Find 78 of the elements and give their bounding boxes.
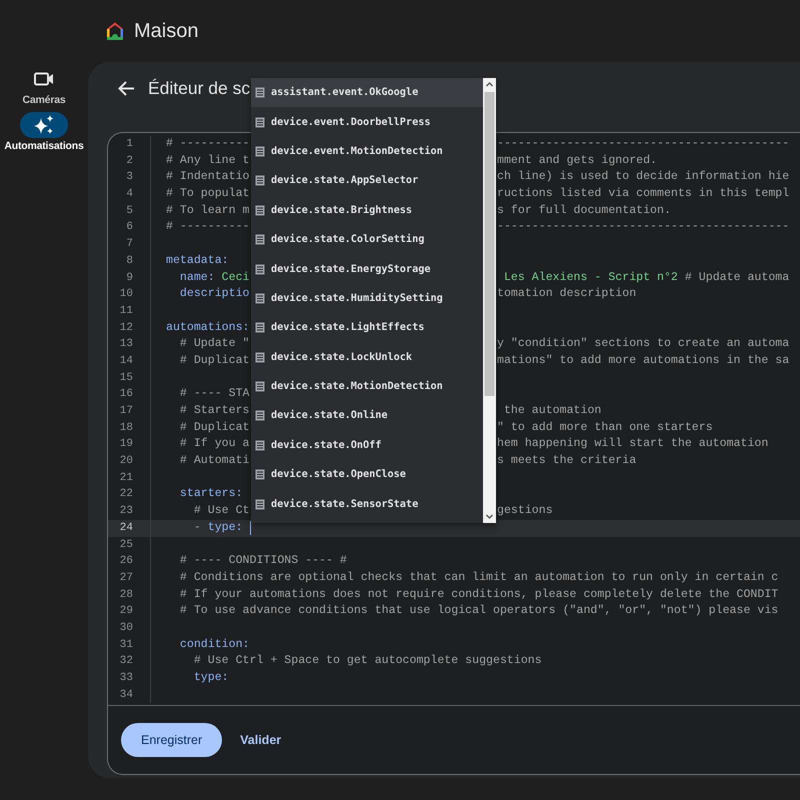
line-number: 11 — [120, 304, 133, 319]
code-text: ructions listed via comments in this templ — [497, 186, 790, 202]
code-text: mations" to add more automations in the sa — [497, 352, 790, 369]
code-text: the automation — [502, 403, 602, 419]
code-text: # To populat — [166, 186, 250, 202]
line-number: 27 — [120, 570, 133, 586]
line-number: 34 — [120, 688, 133, 703]
line-number: 30 — [120, 620, 133, 636]
line-number: 18 — [120, 420, 133, 436]
code-text: # To use advance conditions that use logical operators ("and", "or", "not") please vis — [178, 603, 778, 620]
code-text: hem happening will start the automation — [497, 436, 768, 452]
code-text: mment and gets ignored. — [497, 152, 658, 169]
code-text: automations: — [166, 320, 250, 336]
code-text: tomation description — [497, 286, 636, 302]
line-number: 25 — [120, 538, 133, 552]
line-number: 3 — [126, 170, 133, 186]
line-number: 5 — [126, 204, 133, 219]
line-number: 21 — [120, 470, 133, 486]
line-number: 32 — [120, 654, 133, 670]
code-text: # If you a — [178, 436, 250, 452]
code-text: # Indentatio — [166, 169, 250, 186]
code-text: # Conditions are optional checks that can limit an automation to run only in certain c — [178, 570, 778, 586]
line-number: 4 — [126, 187, 133, 202]
code-text: # ---- STA — [178, 386, 250, 402]
line-number: 33 — [120, 671, 133, 686]
line-number: 31 — [120, 638, 133, 653]
line-number: 6 — [126, 220, 133, 236]
line-number: 9 — [126, 270, 133, 286]
code-text: descriptio — [178, 286, 250, 302]
line-number: 17 — [120, 404, 133, 419]
line-number: 22 — [120, 487, 133, 502]
code-text: s meets the criteria — [497, 453, 636, 470]
line-number: 7 — [126, 237, 133, 252]
code-text: " to add more than one starters — [497, 420, 713, 436]
code-text: starters: — [178, 486, 243, 502]
code-text: condition: — [178, 636, 250, 653]
code-text: s for full documentation. — [497, 202, 671, 219]
line-number: 1 — [126, 137, 133, 152]
line-number: 13 — [120, 337, 133, 352]
code-text: Les Alexiens - Script n°2 # Update automa — [502, 270, 790, 286]
line-number: 2 — [126, 154, 133, 169]
code-text: # Duplicat — [178, 420, 250, 436]
line-number: 23 — [120, 504, 133, 520]
code-text: type: — [192, 670, 229, 686]
code-text: metadata: — [166, 252, 229, 269]
code-text: # Duplicat — [178, 352, 250, 369]
code-text: y "condition" sections to create an automa — [497, 336, 790, 352]
code-text: ------------------------------------------ — [497, 136, 790, 152]
page-title: Éditeur de sc — [148, 78, 250, 98]
line-number: 16 — [120, 387, 133, 402]
line-number: 12 — [120, 320, 133, 336]
code-text: # Starters — [178, 403, 250, 419]
code-text: ------------------------------------------ — [497, 219, 790, 236]
line-number: 8 — [126, 254, 133, 269]
line-number: 19 — [120, 437, 133, 452]
code-text: - type: — [192, 520, 243, 536]
line-number: 28 — [120, 588, 133, 603]
line-number: 15 — [120, 370, 133, 386]
code-text: # To learn m — [166, 202, 250, 219]
line-number: 10 — [120, 287, 133, 302]
line-number: 24 — [120, 520, 133, 536]
code-text: # Any line t — [166, 152, 250, 169]
code-text: ch line) is used to decide information hie — [497, 169, 790, 186]
code-text: # ---- CONDITIONS ---- # — [178, 553, 347, 570]
code-text: gestions — [497, 503, 553, 520]
line-number: 29 — [120, 604, 133, 620]
code-text: # Update " — [178, 336, 250, 352]
code-text: # ---------- — [166, 136, 250, 152]
code-text: # If your automations does not require conditions, please completely delete the CONDIT — [178, 586, 778, 603]
code-text: # ---------- — [166, 219, 250, 236]
code-text: # Automati — [178, 453, 250, 470]
line-number: 26 — [120, 554, 133, 570]
line-number: 20 — [120, 454, 133, 470]
code-text: name: Ceci — [178, 270, 250, 286]
code-text: # Use Ctrl + Space to get autocomplete suggestions — [192, 653, 542, 670]
line-number: 14 — [120, 354, 133, 369]
app-title: Maison — [134, 20, 198, 42]
code-text: # Use Ct — [192, 503, 250, 520]
